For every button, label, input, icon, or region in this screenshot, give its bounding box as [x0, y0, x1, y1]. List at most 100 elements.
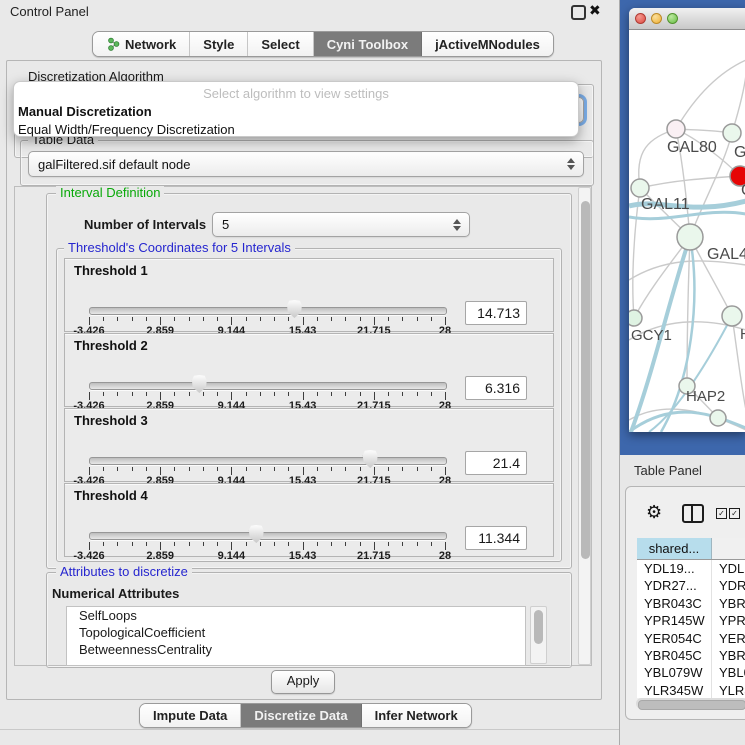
tick-mark	[203, 317, 204, 321]
attributes-scrollbar-thumb[interactable]	[534, 610, 543, 644]
table-cell[interactable]: YER054C	[637, 630, 712, 647]
table-row[interactable]: YLR345WYLR3	[637, 682, 745, 698]
table-cell[interactable]: YDL1	[712, 560, 745, 577]
threshold-slider-track[interactable]	[89, 532, 447, 540]
table-cell[interactable]: YDR2	[712, 577, 745, 594]
panel-bottom-divider	[0, 729, 619, 730]
network-node[interactable]	[710, 410, 726, 426]
threshold-slider-track[interactable]	[89, 457, 447, 465]
minimize-window-icon[interactable]	[651, 13, 662, 24]
table-cell[interactable]: YLR3	[712, 682, 745, 698]
attribute-list-item[interactable]: SelfLoops	[67, 607, 525, 624]
attribute-list-item[interactable]: BetweennessCentrality	[67, 641, 525, 658]
table-cell[interactable]: YPR1	[712, 612, 745, 629]
threshold-slider-thumb[interactable]	[287, 300, 302, 318]
table-cell[interactable]: YBL079W	[637, 664, 712, 681]
float-panel-icon[interactable]	[571, 5, 586, 20]
table-row[interactable]: YBR045CYBR0	[637, 647, 745, 664]
threshold-value-field[interactable]: 21.4	[465, 451, 527, 475]
table-cell[interactable]: YBR0	[712, 595, 745, 612]
threshold-slider-thumb[interactable]	[363, 450, 378, 468]
column-header[interactable]: shared...	[637, 538, 712, 559]
table-cell[interactable]: YBR0	[712, 647, 745, 664]
table-cell[interactable]: YBL0	[712, 664, 745, 681]
tick-mark	[260, 542, 261, 546]
close-panel-icon[interactable]: ✖	[589, 5, 601, 16]
network-node[interactable]	[677, 224, 703, 250]
tick-mark	[246, 317, 247, 321]
table-hscrollbar[interactable]	[636, 698, 745, 709]
table-hscrollbar-thumb[interactable]	[638, 700, 745, 710]
column-header[interactable]: na	[712, 538, 745, 559]
network-node[interactable]	[722, 306, 742, 326]
slider-ticks	[89, 317, 445, 325]
tick-mark	[260, 467, 261, 471]
table-cell[interactable]: YBR045C	[637, 647, 712, 664]
number-of-intervals-combobox[interactable]: 5	[212, 212, 470, 237]
vertical-scrollbar-thumb[interactable]	[581, 201, 590, 559]
split-columns-icon[interactable]	[682, 504, 704, 523]
network-window[interactable]: GAL80GACGAL11GAL4GCY1HHAP2	[629, 8, 745, 432]
table-cell[interactable]: YDR27...	[637, 577, 712, 594]
tick-label: -3.426	[73, 550, 104, 562]
tab-select[interactable]: Select	[248, 32, 313, 56]
tick-mark	[117, 392, 118, 396]
threshold-slider-track[interactable]	[89, 307, 447, 315]
tick-mark	[89, 317, 90, 325]
checkbox-icon[interactable]: ✓	[716, 508, 727, 519]
table-row[interactable]: YBR043CYBR0	[637, 595, 745, 612]
threshold-slider-track[interactable]	[89, 382, 447, 390]
tick-label: 9.144	[218, 550, 246, 562]
tab-discretize-data[interactable]: Discretize Data	[241, 704, 361, 727]
table-row[interactable]: YER054CYER0	[637, 630, 745, 647]
threshold-slider-thumb[interactable]	[192, 375, 207, 393]
threshold-value-field[interactable]: 14.713	[465, 301, 527, 325]
network-node[interactable]	[667, 120, 685, 138]
table-cell[interactable]: YBR043C	[637, 595, 712, 612]
network-node[interactable]	[629, 310, 642, 326]
tick-mark	[374, 317, 375, 325]
tab-network[interactable]: Network	[93, 32, 190, 56]
tick-mark	[231, 317, 232, 325]
algorithm-option[interactable]: Manual Discretization	[14, 103, 578, 121]
network-node[interactable]	[723, 124, 741, 142]
table-row[interactable]: YBL079WYBL0	[637, 664, 745, 681]
close-window-icon[interactable]	[635, 13, 646, 24]
tick-mark	[445, 392, 446, 400]
tick-mark	[260, 317, 261, 321]
tab-infer-network[interactable]: Infer Network	[362, 704, 471, 727]
apply-button[interactable]: Apply	[271, 670, 335, 694]
tab-cyni-toolbox[interactable]: Cyni Toolbox	[314, 32, 422, 56]
table-cell[interactable]: YER0	[712, 630, 745, 647]
table-row[interactable]: YPR145WYPR1	[637, 612, 745, 629]
thresholds-title: Threshold's Coordinates for 5 Intervals	[64, 241, 295, 255]
table-data-combobox[interactable]: galFiltered.sif default node	[28, 151, 584, 177]
node-table[interactable]: shared...naYDL19...YDL1YDR27...YDR2YBR04…	[637, 538, 745, 698]
attribute-list-item[interactable]: TopologicalCoefficient	[67, 624, 525, 641]
threshold-slider-thumb[interactable]	[249, 525, 264, 543]
gear-icon[interactable]: ⚙	[646, 503, 662, 521]
tab-impute-data[interactable]: Impute Data	[140, 704, 241, 727]
tick-mark	[317, 317, 318, 321]
table-cell[interactable]: YDL19...	[637, 560, 712, 577]
table-data-value: galFiltered.sif default node	[38, 157, 190, 172]
network-node[interactable]	[631, 179, 649, 197]
attributes-scrollbar[interactable]	[530, 606, 547, 664]
tab-jactivemnodules[interactable]: jActiveMNodules	[422, 32, 553, 56]
table-row[interactable]: YDL19...YDL1	[637, 560, 745, 577]
checkbox-icon[interactable]: ✓	[729, 508, 740, 519]
zoom-window-icon[interactable]	[667, 13, 678, 24]
table-cell[interactable]: YPR145W	[637, 612, 712, 629]
network-window-titlebar[interactable]	[629, 8, 745, 30]
table-cell[interactable]: YLR345W	[637, 682, 712, 698]
threshold-value-field[interactable]: 6.316	[465, 376, 527, 400]
vertical-scrollbar[interactable]	[578, 187, 591, 665]
interval-definition-title: Interval Definition	[56, 186, 164, 200]
table-row[interactable]: YDR27...YDR2	[637, 577, 745, 594]
threshold-value-field[interactable]: 11.344	[465, 526, 527, 550]
numerical-attributes-list[interactable]: SelfLoopsTopologicalCoefficientBetweenne…	[66, 606, 526, 666]
number-of-intervals-label: Number of Intervals	[84, 217, 206, 232]
algorithm-option[interactable]: Equal Width/Frequency Discretization	[14, 121, 578, 139]
tab-style[interactable]: Style	[190, 32, 248, 56]
network-canvas[interactable]: GAL80GACGAL11GAL4GCY1HHAP2	[629, 30, 745, 432]
